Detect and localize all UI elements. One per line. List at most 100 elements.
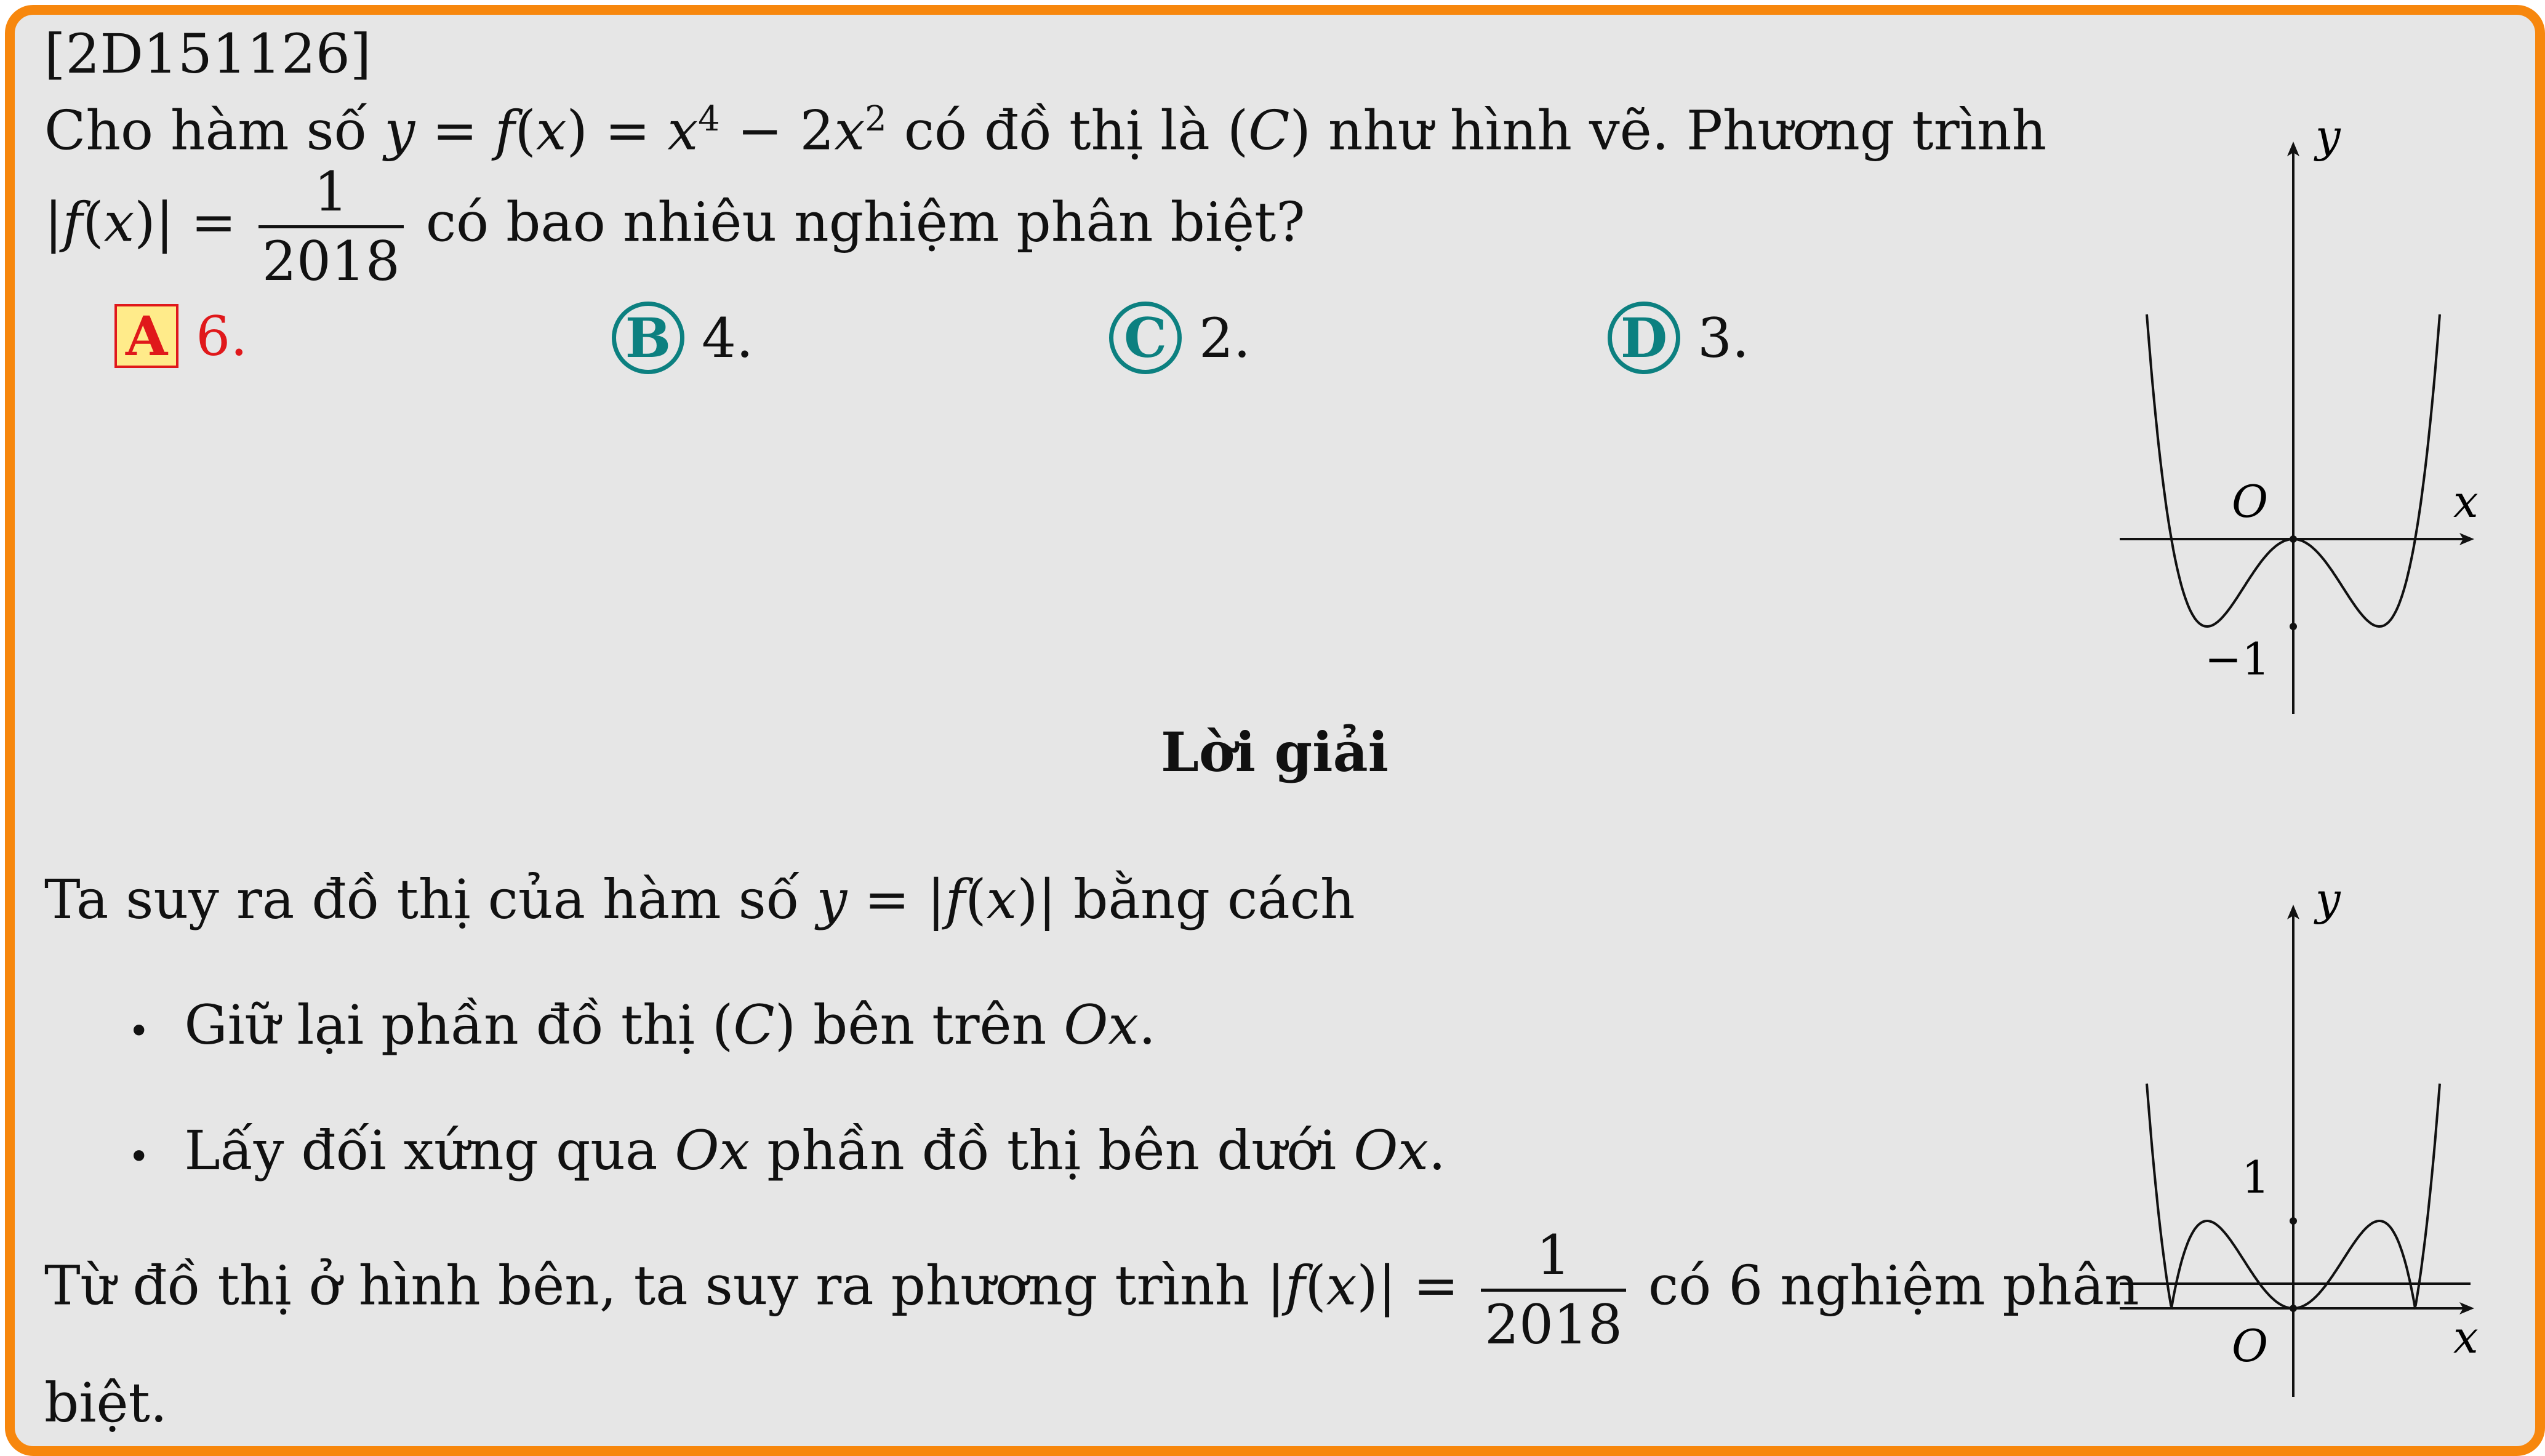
- fraction-denominator: 2018: [1481, 1289, 1627, 1352]
- problem-line-2: |f(x)| = 1 2018 có bao nhiêu nghiệm phân …: [44, 165, 1305, 289]
- graph-abs-f: y x O 1: [2120, 886, 2479, 1397]
- math-var: f: [945, 868, 966, 931]
- option-b-letter: B: [612, 302, 684, 374]
- text-fragment: như hình vẽ. Phương trình: [1310, 98, 2047, 162]
- math-op: ): [566, 98, 588, 162]
- solution-conclusion-cont: biệt.: [44, 1371, 167, 1434]
- text-fragment: có bao nhiêu nghiệm phân biệt?: [408, 190, 1305, 254]
- graph-f-label-x: x: [2453, 476, 2479, 527]
- text-fragment: .: [1429, 1119, 1446, 1182]
- text-fragment: Cho hàm số: [44, 98, 385, 162]
- math-var: y: [816, 868, 848, 931]
- math-op: |: [1267, 1254, 1285, 1318]
- math-var: x: [667, 98, 699, 162]
- math-var: x: [986, 868, 1017, 931]
- math-op: (: [515, 98, 536, 162]
- math-op: |: [926, 868, 945, 931]
- graph-f-label-origin: O: [2232, 476, 2268, 527]
- math-op: (: [965, 868, 987, 931]
- text-fragment: .: [1139, 993, 1156, 1057]
- text-fragment: Ta suy ra đồ thị của hàm số: [44, 868, 817, 931]
- origin-point: [2290, 535, 2297, 543]
- bullet-item-1: • Giữ lại phần đồ thị (C) bên trên Ox.: [128, 998, 1156, 1052]
- text-fragment: Lấy đối xứng qua: [184, 1119, 675, 1182]
- graph-abs-f-label-origin: O: [2232, 1320, 2268, 1372]
- math-op: =: [847, 868, 927, 931]
- text-fragment: phần đồ thị bên dưới: [750, 1119, 1354, 1182]
- math-op: ): [1017, 868, 1038, 931]
- math-op: ): [134, 190, 156, 254]
- math-var: f: [1285, 1254, 1305, 1318]
- fraction-numerator: 1: [313, 160, 348, 223]
- bullet-item-2: • Lấy đối xứng qua Ox phần đồ thị bên dư…: [128, 1124, 1446, 1178]
- math-op: − 2: [719, 98, 835, 162]
- point-one: [2290, 1217, 2297, 1225]
- math-var: C: [733, 993, 775, 1057]
- math-op: ): [774, 993, 796, 1057]
- option-a-text: 6.: [196, 305, 248, 368]
- option-d-letter: D: [1608, 302, 1680, 374]
- graph-f: y x O −1: [2120, 123, 2479, 714]
- math-var: x: [103, 190, 135, 254]
- graph-abs-f-label-x: x: [2453, 1311, 2479, 1363]
- bullet-dot: •: [128, 1135, 150, 1178]
- problem-id: [2D151126]: [44, 22, 372, 86]
- math-var: f: [62, 190, 83, 254]
- text-fragment: bằng cách: [1056, 868, 1355, 931]
- math-op: (: [82, 190, 104, 254]
- option-d-text: 3.: [1697, 306, 1749, 370]
- bullet-dot: •: [128, 1010, 150, 1053]
- fraction-denominator: 2018: [258, 225, 404, 289]
- origin-point: [2290, 1305, 2297, 1312]
- math-var: Ox: [675, 1119, 750, 1182]
- math-var: x: [535, 98, 567, 162]
- math-op: |: [1377, 1254, 1397, 1318]
- math-var: y: [384, 98, 415, 162]
- math-op: |: [44, 190, 63, 254]
- math-op: (: [712, 993, 734, 1057]
- math-var: C: [1248, 98, 1290, 162]
- text-fragment: Giữ lại phần đồ thị: [184, 993, 713, 1057]
- math-var: Ox: [1064, 993, 1139, 1057]
- option-d[interactable]: D 3.: [1608, 302, 1749, 374]
- solution-intro: Ta suy ra đồ thị của hàm số y = |f(x)| b…: [44, 873, 1355, 927]
- math-var: x: [834, 98, 865, 162]
- math-op: =: [174, 190, 254, 254]
- fraction: 1 2018: [1481, 1223, 1627, 1352]
- math-exponent: 2: [865, 99, 887, 139]
- math-var: f: [494, 98, 515, 162]
- graph-f-label-y: y: [2314, 123, 2341, 162]
- option-c[interactable]: C 2.: [1109, 302, 1251, 374]
- problem-line-1: Cho hàm số y = f(x) = x4 − 2x2 có đồ thị…: [44, 102, 2046, 158]
- math-op: =: [587, 98, 668, 162]
- fraction-numerator: 1: [1536, 1223, 1571, 1287]
- graph-f-label-minus-one: −1: [2205, 633, 2270, 685]
- graph-abs-f-label-y: y: [2314, 886, 2341, 925]
- math-op: (: [1227, 98, 1249, 162]
- text-fragment: bên trên: [796, 993, 1064, 1057]
- math-op: =: [1396, 1254, 1477, 1318]
- option-b-text: 4.: [701, 306, 753, 370]
- option-b[interactable]: B 4.: [612, 302, 753, 374]
- graph-abs-f-label-one: 1: [2242, 1151, 2270, 1203]
- solution-heading: Lời giải: [1161, 720, 1389, 784]
- math-exponent: 4: [698, 99, 720, 139]
- point-minus-one: [2290, 623, 2297, 630]
- math-op: |: [1038, 868, 1057, 931]
- option-c-text: 2.: [1198, 306, 1251, 370]
- fraction: 1 2018: [258, 160, 404, 289]
- solution-conclusion: Từ đồ thị ở hình bên, ta suy ra phương t…: [44, 1228, 2139, 1352]
- text-fragment: Từ đồ thị ở hình bên, ta suy ra phương t…: [44, 1254, 1267, 1318]
- text-fragment: có đồ thị là: [886, 98, 1227, 162]
- option-a[interactable]: A 6.: [114, 304, 247, 368]
- text-fragment: có 6 nghiệm phân: [1631, 1254, 2139, 1318]
- math-var: Ox: [1353, 1119, 1429, 1182]
- math-op: ): [1357, 1254, 1378, 1318]
- option-a-letter: A: [114, 304, 179, 368]
- math-op: ): [1289, 98, 1311, 162]
- math-op: =: [415, 98, 495, 162]
- option-c-letter: C: [1109, 302, 1182, 374]
- math-var: x: [1326, 1254, 1357, 1318]
- math-op: |: [155, 190, 174, 254]
- math-op: (: [1305, 1254, 1326, 1318]
